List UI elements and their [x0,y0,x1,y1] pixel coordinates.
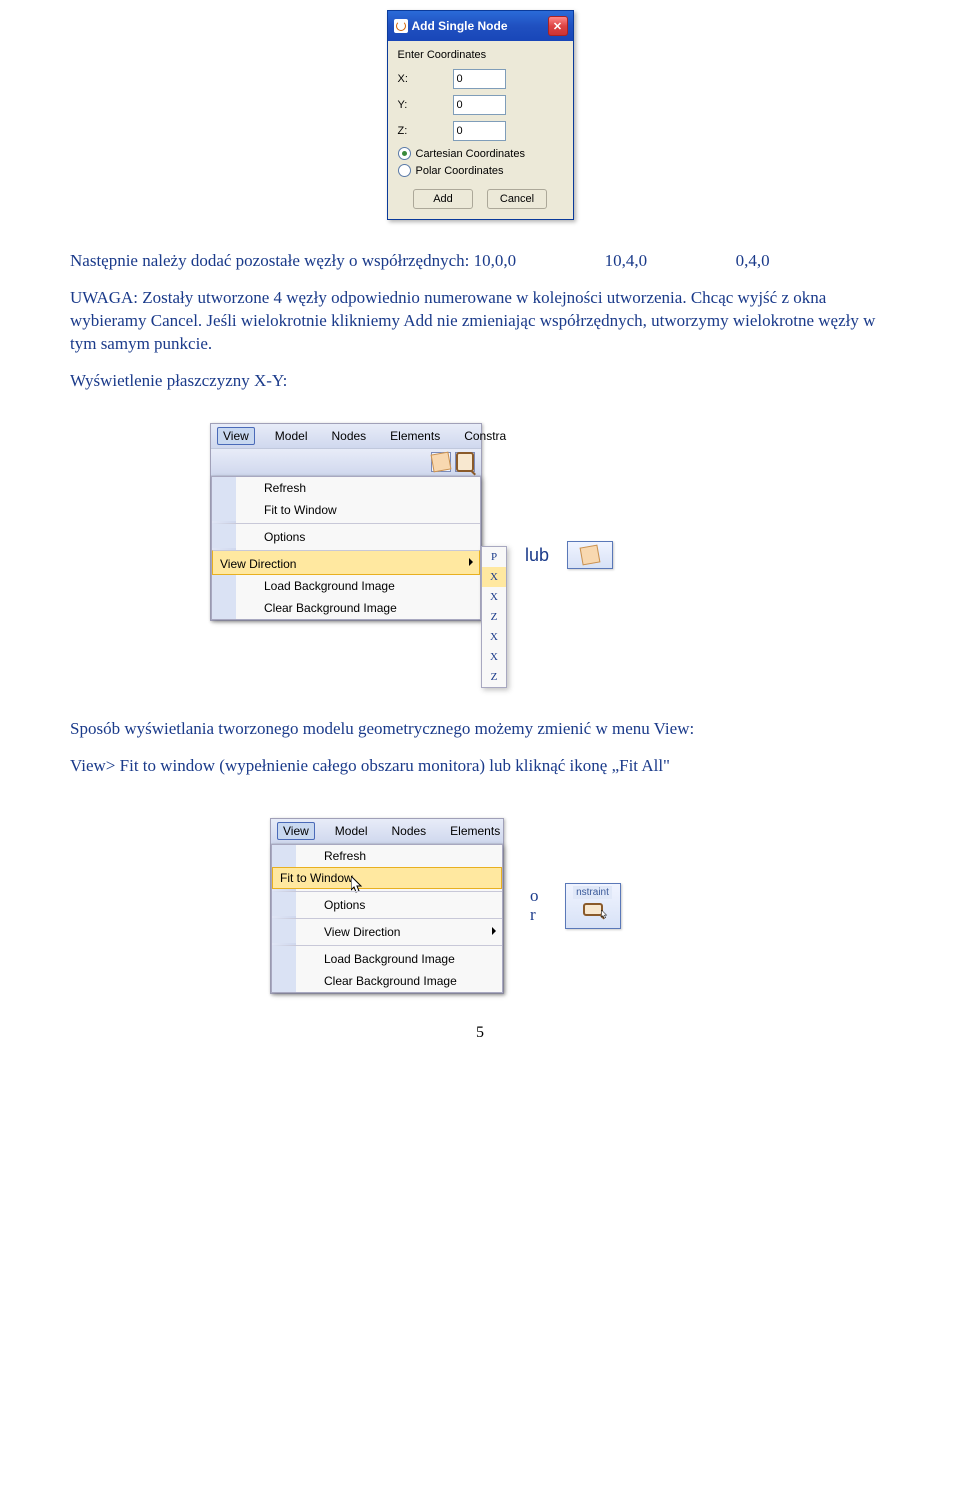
toolbar-magnify-icon[interactable] [455,452,475,472]
submenu-item[interactable]: X [482,587,506,607]
fit-all-toolbar-icon[interactable]: nstraint [565,883,621,929]
menu-item-load-background[interactable]: Load Background Image [272,945,502,970]
menu-item-view-direction[interactable]: View Direction [272,918,502,943]
menu-item-fit-to-window[interactable]: Fit to Window [272,867,502,889]
add-button[interactable]: Add [413,189,473,209]
paragraph: Sposób wyświetlania tworzonego modelu ge… [70,718,890,741]
cartesian-label: Cartesian Coordinates [416,148,525,160]
view-menu-screenshot: View Model Nodes Elements Constra Refres… [210,423,482,621]
cartesian-radio-row[interactable]: Cartesian Coordinates [398,147,563,160]
add-single-node-dialog: Add Single Node ✕ Enter Coordinates X: Y… [387,10,574,220]
menu-item-clear-background[interactable]: Clear Background Image [212,597,480,619]
menubar-item-model[interactable]: Model [271,427,312,445]
menubar-item-constraints[interactable]: Constra [460,427,510,445]
menubar-item-model[interactable]: Model [331,822,372,840]
menubar-item-nodes[interactable]: Nodes [387,822,430,840]
menubar-item-elements[interactable]: Elements [446,822,504,840]
lub-label: lub [525,545,549,566]
dialog-title: Add Single Node [412,19,548,33]
constraint-fragment-label: nstraint [573,886,612,899]
cursor-icon [599,910,611,919]
y-label: Y: [398,99,423,111]
or-label: o r [530,887,539,924]
menu-item-view-direction[interactable]: View Direction [212,550,480,575]
paragraph: View> Fit to window (wypełnienie całego … [70,755,890,778]
close-icon[interactable]: ✕ [548,16,568,36]
z-input[interactable] [453,121,506,141]
radio-icon [398,147,411,160]
submenu-item[interactable]: P [482,547,506,567]
page-number: 5 [70,1024,890,1042]
y-input[interactable] [453,95,506,115]
menu-item-options[interactable]: Options [212,523,480,548]
chevron-right-icon [469,558,473,566]
menubar-item-view[interactable]: View [217,427,255,445]
view-direction-submenu: P X X Z X X Z [481,546,507,688]
x-label: X: [398,73,423,85]
x-input[interactable] [453,69,506,89]
text-fragment: 10,4,0 [605,251,648,270]
toolbar-cube-icon[interactable] [431,452,451,472]
cube-icon [580,545,601,566]
dialog-titlebar[interactable]: Add Single Node ✕ [388,11,573,41]
polar-label: Polar Coordinates [416,165,504,177]
menubar-item-nodes[interactable]: Nodes [327,427,370,445]
submenu-item[interactable]: Z [482,667,506,687]
menu-item-clear-background[interactable]: Clear Background Image [272,970,502,992]
polar-radio-row[interactable]: Polar Coordinates [398,164,563,177]
cancel-button[interactable]: Cancel [487,189,547,209]
menu-item-label: Fit to Window [280,871,353,885]
submenu-item[interactable]: X [482,627,506,647]
text-fragment: o [530,886,539,905]
submenu-item[interactable]: X [482,647,506,667]
text-fragment: r [530,905,536,924]
radio-icon [398,164,411,177]
menubar: View Model Nodes Elements Constra [211,424,481,449]
view-dropdown: Refresh Fit to Window Options View Direc… [211,476,481,620]
enter-coordinates-label: Enter Coordinates [398,49,563,61]
chevron-right-icon [492,927,496,935]
submenu-item[interactable]: X [482,567,506,587]
text-fragment: 0,4,0 [736,251,770,270]
java-icon [394,19,408,33]
menu-item-fit-to-window[interactable]: Fit to Window [212,499,480,521]
menu-item-refresh[interactable]: Refresh [212,477,480,499]
view-dropdown: Refresh Fit to Window Options View Direc… [271,844,503,993]
menubar-item-view[interactable]: View [277,822,315,840]
menu-item-options[interactable]: Options [272,891,502,916]
menu-item-load-background[interactable]: Load Background Image [212,575,480,597]
text-fragment: Następnie należy dodać pozostałe węzły o… [70,251,516,270]
submenu-item[interactable]: Z [482,607,506,627]
menubar: View Model Nodes Elements [271,819,503,844]
menu-item-refresh[interactable]: Refresh [272,845,502,867]
menubar-item-elements[interactable]: Elements [386,427,444,445]
view-menu-screenshot-2: View Model Nodes Elements Refresh Fit to… [270,818,504,994]
menu-item-label: View Direction [220,557,296,571]
view-direction-toolbar-icon[interactable] [567,541,613,569]
menu-item-label: View Direction [324,925,400,939]
paragraph: Wyświetlenie płaszczyzny X-Y: [70,370,890,393]
paragraph: UWAGA: Zostały utworzone 4 węzły odpowie… [70,287,890,356]
paragraph: Następnie należy dodać pozostałe węzły o… [70,250,890,273]
z-label: Z: [398,125,423,137]
